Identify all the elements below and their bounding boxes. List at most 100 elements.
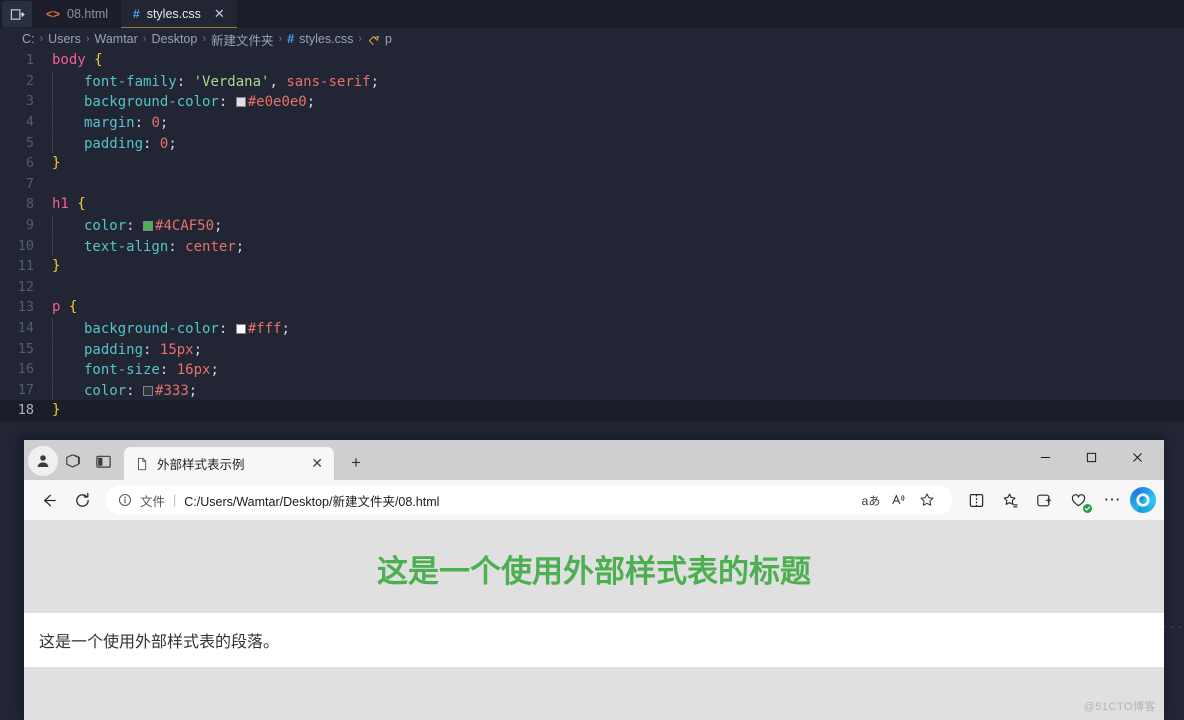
code-line[interactable]: 17color: #333; [0, 380, 1184, 401]
breadcrumb-item-users[interactable]: Users [48, 32, 81, 46]
address-url-text[interactable]: C:/Users/Wamtar/Desktop/新建文件夹/08.html [184, 491, 439, 510]
tab-actions-icon[interactable] [88, 446, 118, 476]
read-aloud-icon[interactable] [886, 487, 912, 513]
breadcrumb-item-folder[interactable]: 新建文件夹 [211, 30, 274, 49]
maximize-button[interactable] [1068, 440, 1114, 474]
editor-tab-label: 08.html [67, 7, 108, 21]
editor-tab-styles-css[interactable]: # styles.css ✕ [121, 0, 238, 28]
code-line[interactable]: 18} [0, 400, 1184, 421]
code-token: { [94, 52, 102, 68]
translate-icon[interactable]: aあ [858, 487, 884, 513]
split-editor-icon[interactable] [2, 1, 32, 27]
color-swatch-icon [143, 386, 153, 396]
code-line[interactable]: 6} [0, 153, 1184, 174]
back-button[interactable] [32, 484, 64, 516]
code-line[interactable]: 8h1 { [0, 194, 1184, 215]
line-number: 16 [0, 361, 52, 377]
info-icon[interactable] [118, 493, 132, 507]
profile-avatar[interactable] [28, 446, 58, 476]
code-line[interactable]: 2font-family: 'Verdana', sans-serif; [0, 71, 1184, 92]
watermark: @51CTO博客 [1084, 698, 1156, 714]
code-line-text: background-color: #fff; [52, 318, 1184, 338]
address-bar[interactable]: 文件 | C:/Users/Wamtar/Desktop/新建文件夹/08.ht… [106, 485, 952, 515]
code-line-text: } [52, 155, 1184, 171]
code-line-text: } [52, 402, 1184, 418]
code-line-text: p { [52, 299, 1184, 315]
line-number: 2 [0, 73, 52, 89]
shopping-icon[interactable] [1062, 484, 1094, 516]
browser-tab[interactable]: 外部样式表示例 ✕ [124, 447, 334, 480]
code-line[interactable]: 10text-align: center; [0, 235, 1184, 256]
code-token: { [77, 196, 85, 212]
code-line[interactable]: 5padding: 0; [0, 132, 1184, 153]
code-token: ; [189, 383, 197, 399]
refresh-button[interactable] [66, 484, 98, 516]
html-file-icon: <> [46, 7, 60, 21]
line-number: 15 [0, 341, 52, 357]
code-token: : [143, 136, 151, 152]
code-token: 16 [177, 362, 194, 378]
code-token: ; [371, 74, 379, 90]
more-options-icon[interactable]: ⋯ [1096, 484, 1128, 516]
breadcrumb-item-desktop[interactable]: Desktop [151, 32, 197, 46]
indent-guide [52, 380, 53, 400]
new-tab-button[interactable]: + [342, 449, 370, 477]
code-line-text: body { [52, 52, 1184, 68]
code-line[interactable]: 16font-size: 16px; [0, 359, 1184, 380]
editor-tab-08-html[interactable]: <> 08.html [34, 0, 121, 28]
code-token: ; [214, 218, 222, 234]
code-line-text: font-size: 16px; [52, 359, 1184, 379]
code-line-text: } [52, 258, 1184, 274]
code-token: sans-serif [286, 74, 370, 90]
split-screen-icon[interactable] [960, 484, 992, 516]
code-line[interactable]: 4margin: 0; [0, 112, 1184, 133]
code-line-text: padding: 15px; [52, 339, 1184, 359]
indent-guide [52, 215, 53, 235]
code-line[interactable]: 11} [0, 256, 1184, 277]
chevron-right-icon: › [202, 33, 206, 45]
code-token: color [84, 383, 126, 399]
code-token: ; [236, 239, 244, 255]
chevron-right-icon: › [143, 33, 147, 45]
code-line[interactable]: 15padding: 15px; [0, 338, 1184, 359]
code-token: #333 [155, 383, 189, 399]
code-token: background-color [84, 321, 219, 337]
line-number: 12 [0, 279, 52, 295]
breadcrumb-item-wamtar[interactable]: Wamtar [95, 32, 138, 46]
close-icon[interactable]: ✕ [308, 455, 326, 472]
code-token: : [160, 362, 168, 378]
code-line[interactable]: 1body { [0, 50, 1184, 71]
collections-icon[interactable] [994, 484, 1026, 516]
breadcrumb-item-symbol[interactable]: p [385, 32, 392, 46]
code-token: font-size [84, 362, 160, 378]
line-number: 14 [0, 320, 52, 336]
code-line-text: text-align: center; [52, 236, 1184, 256]
code-line[interactable]: 9color: #4CAF50; [0, 215, 1184, 236]
breadcrumb-item-file[interactable]: styles.css [299, 32, 353, 46]
code-token: text-align [84, 239, 168, 255]
code-line[interactable]: 3background-color: #e0e0e0; [0, 91, 1184, 112]
close-icon[interactable]: ✕ [214, 6, 225, 22]
close-button[interactable] [1114, 440, 1160, 474]
minimize-button[interactable] [1022, 440, 1068, 474]
code-line[interactable]: 14background-color: #fff; [0, 318, 1184, 339]
browser-window: 外部样式表示例 ✕ + 文件 | [24, 440, 1164, 720]
browser-essentials-icon[interactable] [1028, 484, 1060, 516]
indent-guide [52, 91, 53, 111]
breadcrumb-item-drive[interactable]: C: [22, 32, 35, 46]
workspaces-icon[interactable] [58, 446, 88, 476]
code-token: ; [210, 362, 218, 378]
code-content[interactable]: 1body {2font-family: 'Verdana', sans-ser… [0, 50, 1184, 421]
editor-tab-label: styles.css [147, 7, 201, 21]
code-token: 'Verdana' [194, 74, 270, 90]
code-token: : [177, 74, 185, 90]
code-line[interactable]: 12 [0, 277, 1184, 298]
page-paragraph: 这是一个使用外部样式表的段落。 [24, 613, 1164, 667]
code-line-text: h1 { [52, 196, 1184, 212]
code-token: ; [194, 342, 202, 358]
favorite-star-icon[interactable] [914, 487, 940, 513]
code-line[interactable]: 7 [0, 174, 1184, 195]
copilot-icon[interactable] [1130, 487, 1156, 513]
code-line[interactable]: 13p { [0, 297, 1184, 318]
page-viewport: 这是一个使用外部样式表的标题 这是一个使用外部样式表的段落。 @51CTO博客 [24, 520, 1164, 720]
